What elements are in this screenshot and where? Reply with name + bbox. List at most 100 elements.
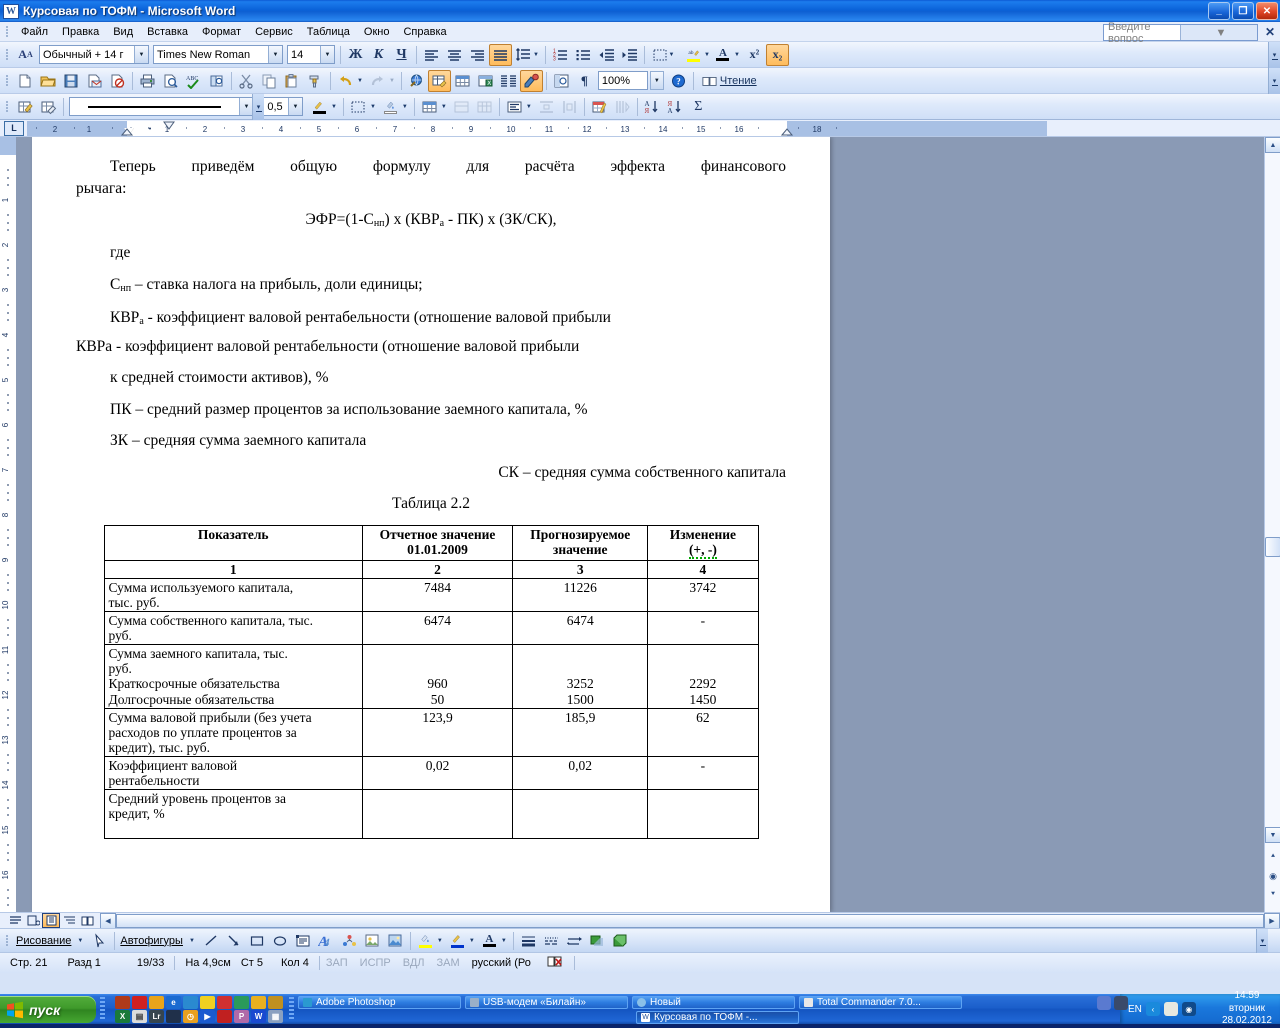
bulleted-list-icon[interactable] [572,44,595,66]
line-color-icon[interactable] [446,930,469,952]
toolbar-grip[interactable] [3,933,11,949]
borders-icon[interactable]: ▼ [648,44,678,66]
task-button-photoshop[interactable]: Adobe Photoshop [298,995,461,1009]
vertical-scroll-thumb[interactable] [1265,537,1280,557]
app-winamp-icon[interactable] [217,995,232,1009]
chevron-down-icon[interactable]: ▼ [134,46,148,63]
first-line-indent-marker-2[interactable] [161,121,177,131]
toolbar-grip[interactable] [3,47,11,63]
toolbar-options-icon[interactable]: ▾ [252,94,264,120]
task-button-new[interactable]: Новый [632,995,795,1009]
table-autoformat-icon[interactable] [588,96,611,118]
hyperlink-icon[interactable] [405,70,428,92]
print-layout-view-icon[interactable] [42,913,60,928]
status-ext[interactable]: ВДЛ [397,957,431,969]
decrease-indent-icon[interactable] [595,44,618,66]
chevron-down-icon[interactable]: ▼ [437,938,443,944]
lightroom-icon[interactable]: Lr [149,1009,164,1023]
underline-button[interactable]: Ч [390,44,413,66]
align-left-icon[interactable] [420,44,443,66]
word-icon[interactable]: W [251,1009,266,1023]
wordart-icon[interactable]: A4 [315,930,338,952]
outline-view-icon[interactable] [60,913,78,928]
styles-and-formatting-icon[interactable]: AA [14,44,37,66]
task-button-total-commander[interactable]: Total Commander 7.0... [799,995,962,1009]
save-icon[interactable]: ▤ [132,1009,147,1023]
chevron-down-icon[interactable]: ▼ [77,938,83,944]
leverage-table[interactable]: Показатель Отчетное значение 01.01.2009 … [103,524,759,839]
numbered-list-icon[interactable]: 123 [549,44,572,66]
text-box-icon[interactable] [292,930,315,952]
chevron-down-icon[interactable]: ▼ [370,104,376,110]
change-text-direction-icon[interactable] [611,96,634,118]
chevron-down-icon[interactable]: ▼ [469,938,475,944]
line-style-combo[interactable]: ▼ [69,97,254,116]
chevron-down-icon[interactable]: ▼ [501,938,507,944]
align-cell-icon[interactable] [503,96,526,118]
right-indent-marker[interactable] [779,121,795,137]
app-dark-icon[interactable] [166,1009,181,1023]
app-gold-icon[interactable] [268,995,283,1009]
vertical-scrollbar[interactable]: ▲ ▼ ⯅ ◉ ⯆ [1264,137,1280,912]
font-size-combo[interactable]: 14 ▼ [287,45,335,64]
chevron-down-icon[interactable]: ▼ [441,104,447,110]
menu-item-edit[interactable]: Правка [55,24,106,40]
close-button[interactable]: ✕ [1256,2,1278,20]
app-edit-icon[interactable] [251,995,266,1009]
menu-item-format[interactable]: Формат [195,24,248,40]
line-weight-combo[interactable]: 0,5 ▼ [258,97,303,116]
document-page[interactable]: Теперь приведём общую формулу для расчёт… [32,137,830,912]
split-cells-icon[interactable] [473,96,496,118]
tab-selector-button[interactable]: L [4,120,24,136]
show-desktop-icon[interactable]: ‹ [1145,1002,1160,1016]
italic-button[interactable]: К [367,44,390,66]
bold-button[interactable]: Ж [344,44,367,66]
spelling-status-icon[interactable] [537,955,574,972]
status-language[interactable]: русский (Ро [466,957,537,969]
webcam-icon[interactable]: ◉ [1181,1002,1196,1016]
clip-art-icon[interactable] [361,930,384,952]
status-rec[interactable]: ЗАП [320,957,354,969]
chevron-down-icon[interactable]: ▼ [320,46,334,63]
align-right-icon[interactable] [466,44,489,66]
dash-style-icon[interactable] [540,930,563,952]
save-disk-icon[interactable] [60,70,83,92]
reading-layout-view-icon[interactable] [78,913,96,928]
clock-icon[interactable]: ◷ [183,1009,198,1023]
app-red2-icon[interactable] [217,1009,232,1023]
tables-and-borders-icon[interactable] [427,69,451,92]
close-task-pane-icon[interactable]: ✕ [1265,25,1275,39]
distribute-rows-icon[interactable] [535,96,558,118]
superscript-button[interactable]: x² [743,44,766,66]
menu-item-file[interactable]: Файл [14,24,55,40]
web-layout-view-icon[interactable] [24,913,42,928]
horizontal-ruler[interactable]: 21 123 456 789 10 11 12 13 14 15 16 18 [27,120,1280,137]
drawing-icon[interactable] [519,69,543,92]
chevron-down-icon[interactable]: ▼ [357,78,363,84]
align-center-icon[interactable] [443,44,466,66]
toolbar-options-icon[interactable]: ▾ [1268,42,1280,68]
shadow-style-icon[interactable] [586,930,609,952]
arrow-style-icon[interactable] [563,930,586,952]
toolbar-options-icon[interactable]: ▾ [1268,68,1280,94]
toolbar-grip[interactable] [3,99,11,115]
draw-table-icon[interactable] [14,96,37,118]
redo-icon[interactable] [366,70,389,92]
menu-item-view[interactable]: Вид [106,24,140,40]
previous-page-icon[interactable]: ⯅ [1265,849,1280,865]
zoom-combo[interactable]: 100% [597,71,648,90]
task-button-word[interactable]: W Курсовая по ТОФМ -... [636,1010,799,1024]
minimize-button[interactable]: _ [1208,2,1230,20]
menu-item-window[interactable]: Окно [357,24,397,40]
app-blue-icon[interactable] [183,995,198,1009]
fill-color-icon[interactable] [414,930,437,952]
task-button-modem[interactable]: USB-модем «Билайн» [465,995,628,1009]
eraser-icon[interactable] [37,96,60,118]
chevron-down-icon[interactable]: ▼ [268,46,282,63]
menu-item-table[interactable]: Таблица [300,24,357,40]
volume-mute-icon[interactable] [1114,996,1128,1010]
calc-icon[interactable]: ▦ [268,1009,283,1023]
increase-indent-icon[interactable] [618,44,641,66]
chevron-down-icon[interactable]: ▼ [649,71,664,90]
document-map-icon[interactable] [550,70,573,92]
